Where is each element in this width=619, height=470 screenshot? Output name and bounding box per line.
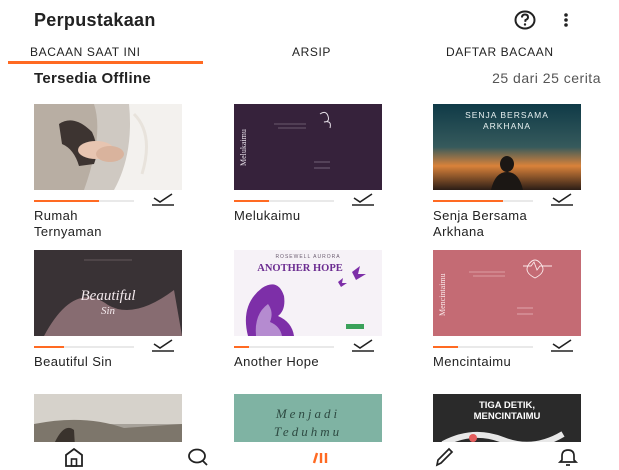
downloaded-check-icon <box>352 339 374 352</box>
book-card[interactable]: Mencintaimu Mencintaimu <box>433 250 593 370</box>
progress-fill <box>234 346 249 348</box>
reading-progress <box>34 346 134 348</box>
reading-progress <box>433 200 533 202</box>
book-card[interactable]: ROSEWELL AURORA ANOTHER HOPE Another Hop… <box>234 250 394 370</box>
progress-fill <box>433 346 458 348</box>
book-title: Senja Bersama Arkhana <box>433 208 528 239</box>
reading-progress <box>34 200 134 202</box>
svg-text:Beautiful: Beautiful <box>81 288 136 304</box>
book-cover[interactable]: Mencintaimu <box>433 250 581 336</box>
reading-progress <box>234 346 334 348</box>
cover-title-line1: SENJA BERSAMA <box>465 110 549 120</box>
book-cover[interactable]: ROSEWELL AURORA ANOTHER HOPE <box>234 250 382 336</box>
book-title: Another Hope <box>234 354 320 369</box>
book-cover[interactable] <box>34 394 182 442</box>
tab-archive[interactable]: ARSIP <box>292 45 331 59</box>
svg-text:Sin: Sin <box>101 305 116 317</box>
svg-text:Mencintaimu: Mencintaimu <box>438 273 447 316</box>
downloaded-check-icon <box>152 193 174 206</box>
svg-text:ROSEWELL AURORA: ROSEWELL AURORA <box>275 254 340 260</box>
library-icon[interactable] <box>308 446 332 468</box>
notifications-icon[interactable] <box>556 446 580 468</box>
book-title: Rumah Ternyaman <box>34 208 102 239</box>
book-card[interactable] <box>34 394 194 442</box>
book-card[interactable]: Beautiful Sin Beautiful Sin <box>34 250 194 370</box>
book-card[interactable]: SENJA BERSAMA ARKHANA Senja Bersama Arkh… <box>433 104 593 239</box>
book-title: Melukaimu <box>234 208 301 223</box>
book-title: Mencintaimu <box>433 354 512 369</box>
downloaded-check-icon <box>352 193 374 206</box>
page-title: Perpustakaan <box>34 10 156 30</box>
book-card[interactable]: Melukaimu Melukaimu <box>234 104 394 234</box>
tab-current-reads[interactable]: BACAAN SAAT INI <box>30 45 141 59</box>
downloaded-check-icon <box>152 339 174 352</box>
downloaded-check-icon <box>551 193 573 206</box>
cover-title-line2: ARKHANA <box>483 121 531 131</box>
story-count: 25 dari 25 cerita <box>492 70 601 86</box>
svg-text:TIGA DETIK,: TIGA DETIK, <box>479 400 535 411</box>
book-cover[interactable]: TIGA DETIK, MENCINTAIMU <box>433 394 581 442</box>
book-cover[interactable] <box>34 104 182 190</box>
svg-text:Teduhmu: Teduhmu <box>274 424 342 439</box>
progress-fill <box>34 200 99 202</box>
tab-reading-list[interactable]: DAFTAR BACAAN <box>446 45 554 59</box>
progress-fill <box>433 200 503 202</box>
active-tab-indicator <box>8 61 203 64</box>
svg-text:Menjadi: Menjadi <box>275 406 340 421</box>
section-title: Tersedia Offline <box>34 70 152 87</box>
reading-progress <box>234 200 334 202</box>
progress-fill <box>34 346 64 348</box>
library-tabs: BACAAN SAAT INI ARSIP DAFTAR BACAAN <box>0 40 619 64</box>
book-card[interactable]: TIGA DETIK, MENCINTAIMU <box>433 394 593 442</box>
downloaded-check-icon <box>551 339 573 352</box>
progress-fill <box>234 200 269 202</box>
bottom-navigation <box>0 442 619 470</box>
book-card[interactable]: Menjadi Teduhmu <box>234 394 394 442</box>
search-icon[interactable] <box>186 446 210 468</box>
book-cover[interactable]: Menjadi Teduhmu <box>234 394 382 442</box>
top-bar: Perpustakaan <box>0 0 619 40</box>
svg-text:ANOTHER HOPE: ANOTHER HOPE <box>257 263 342 274</box>
book-cover[interactable]: Melukaimu <box>234 104 382 190</box>
book-cover[interactable]: Beautiful Sin <box>34 250 182 336</box>
svg-text:MENCINTAIMU: MENCINTAIMU <box>474 411 541 422</box>
more-vertical-icon[interactable] <box>562 10 570 30</box>
cover-title: Melukaimu <box>239 129 248 166</box>
reading-progress <box>433 346 533 348</box>
home-icon[interactable] <box>62 446 86 468</box>
book-title: Beautiful Sin <box>34 354 113 369</box>
help-circle-icon[interactable] <box>514 9 536 31</box>
book-cover[interactable]: SENJA BERSAMA ARKHANA <box>433 104 581 190</box>
write-icon[interactable] <box>432 446 456 468</box>
book-card[interactable]: Rumah Ternyaman <box>34 104 194 239</box>
